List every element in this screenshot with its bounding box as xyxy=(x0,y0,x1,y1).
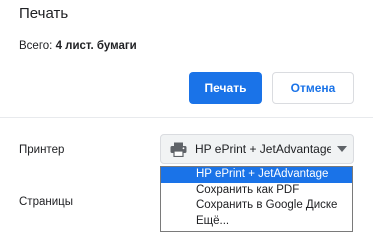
printer-select-value: HP ePrint + JetAdvantage xyxy=(195,142,331,156)
sheet-summary: Всего: 4 лист. бумаги xyxy=(19,40,137,52)
dropdown-option-save-pdf[interactable]: Сохранить как PDF xyxy=(161,183,352,199)
printer-icon xyxy=(170,142,187,157)
dialog-title: Печать xyxy=(19,5,69,22)
dropdown-option-save-google-drive[interactable]: Сохранить в Google Диске xyxy=(161,198,352,214)
print-button[interactable]: Печать xyxy=(189,72,262,104)
summary-value: 4 лист. бумаги xyxy=(55,40,137,52)
divider xyxy=(0,117,373,118)
printer-select[interactable]: HP ePrint + JetAdvantage xyxy=(160,134,354,164)
dropdown-option-hp-eprint[interactable]: HP ePrint + JetAdvantage xyxy=(161,167,352,183)
printer-dropdown-list: HP ePrint + JetAdvantage Сохранить как P… xyxy=(160,166,353,232)
chevron-down-icon xyxy=(337,146,347,152)
pages-label: Страницы xyxy=(19,196,73,208)
cancel-button[interactable]: Отмена xyxy=(272,72,354,104)
dropdown-option-more[interactable]: Ещё... xyxy=(161,214,352,230)
summary-label: Всего: xyxy=(19,40,53,52)
printer-label: Принтер xyxy=(19,144,65,156)
